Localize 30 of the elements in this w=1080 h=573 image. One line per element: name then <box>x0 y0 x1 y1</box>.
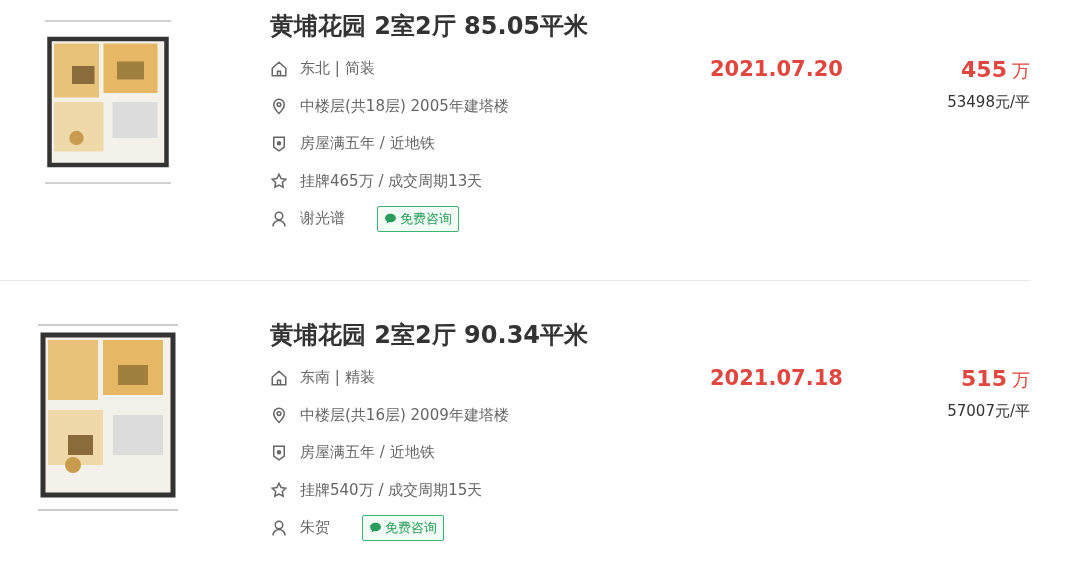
star-icon <box>270 172 288 191</box>
listing-title[interactable]: 黄埔花园 2室2厅 85.05平米 <box>270 10 710 42</box>
shield-icon <box>270 134 288 153</box>
listing-detail: 东南 | 精装 <box>300 368 375 388</box>
total-price: 455 万 <box>961 57 1030 83</box>
deal-date: 2021.07.18 <box>710 365 844 392</box>
deal-date: 2021.07.20 <box>710 56 844 83</box>
shield-icon <box>270 443 288 462</box>
star-icon <box>270 481 288 500</box>
listing-detail: 东北 | 简装 <box>300 59 375 79</box>
location-pin-icon <box>270 97 288 116</box>
location-pin-icon <box>270 406 288 425</box>
total-price: 515 万 <box>961 366 1030 392</box>
listing-detail: 中楼层(共16层) 2009年建塔楼 <box>300 405 509 425</box>
house-icon <box>270 59 288 78</box>
agent-name: 朱贺 <box>300 518 330 538</box>
person-icon <box>270 209 288 228</box>
person-icon <box>270 518 288 537</box>
house-icon <box>270 368 288 387</box>
listing-detail: 房屋满五年 / 近地铁 <box>300 134 435 154</box>
agent-name: 谢光谱 <box>300 209 345 229</box>
listing-title[interactable]: 黄埔花园 2室2厅 90.34平米 <box>270 319 710 351</box>
unit-price: 53498元/平 <box>947 93 1030 112</box>
listing-detail: 中楼层(共18层) 2005年建塔楼 <box>300 96 509 116</box>
chat-bubble-icon <box>369 521 382 535</box>
chat-bubble-icon <box>384 212 397 226</box>
listing-detail: 房屋满五年 / 近地铁 <box>300 443 435 463</box>
listing-detail: 挂牌540万 / 成交周期15天 <box>300 480 483 500</box>
unit-price: 57007元/平 <box>947 402 1030 421</box>
listing-detail: 挂牌465万 / 成交周期13天 <box>300 171 483 191</box>
